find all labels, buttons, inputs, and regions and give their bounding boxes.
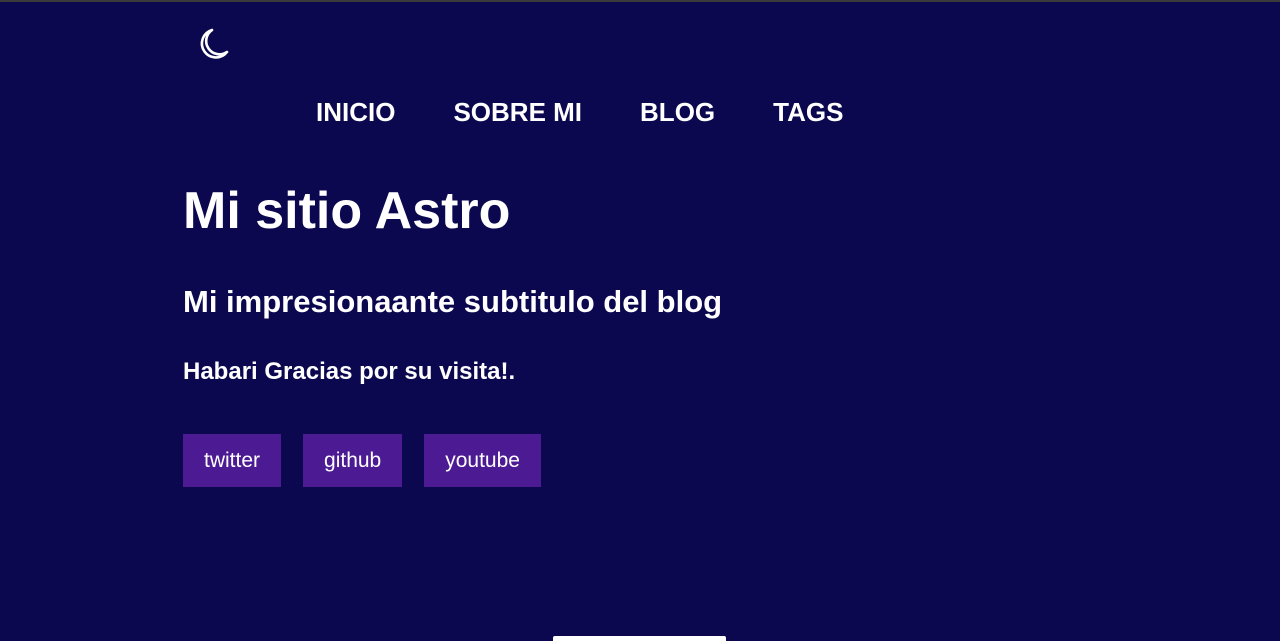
nav-item-blog[interactable]: BLOG bbox=[640, 97, 715, 128]
nav-item-inicio[interactable]: INICIO bbox=[316, 97, 395, 128]
main-nav: INICIO SOBRE MI BLOG TAGS bbox=[316, 92, 901, 132]
social-links: twitter github youtube bbox=[183, 434, 541, 487]
youtube-button[interactable]: youtube bbox=[424, 434, 541, 487]
welcome-message: Habari Gracias por su visita!. bbox=[183, 358, 516, 385]
nav-item-tags[interactable]: TAGS bbox=[773, 97, 843, 128]
page-title: Mi sitio Astro bbox=[183, 182, 511, 240]
page-subtitle: Mi impresionaante subtitulo del blog bbox=[183, 284, 723, 319]
moon-icon[interactable] bbox=[192, 26, 230, 64]
top-border bbox=[0, 0, 1280, 2]
bottom-tab-indicator bbox=[553, 636, 726, 641]
twitter-button[interactable]: twitter bbox=[183, 434, 282, 487]
github-button[interactable]: github bbox=[303, 434, 403, 487]
nav-item-sobre-mi[interactable]: SOBRE MI bbox=[453, 97, 582, 128]
